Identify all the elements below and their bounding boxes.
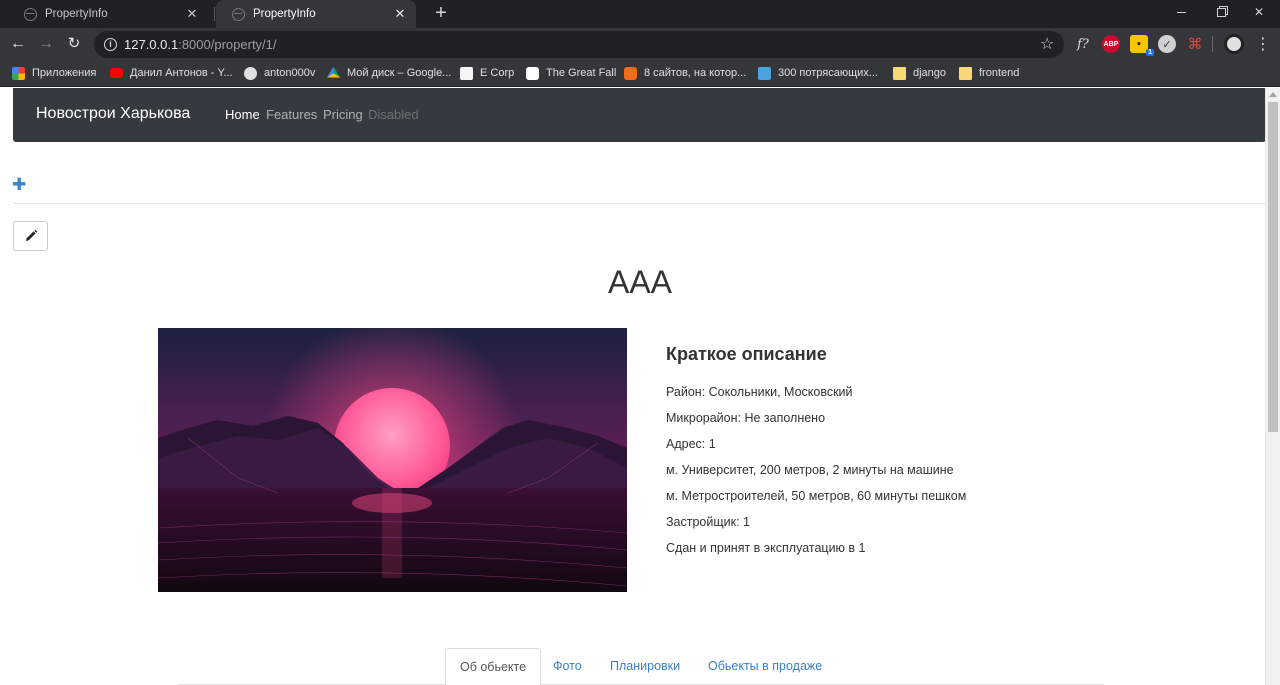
bookmark-google-drive[interactable]: Мой диск – Google...: [327, 64, 451, 82]
folder-icon: [959, 66, 972, 80]
page-viewport: Новострои Харькова Home Features Pricing…: [0, 88, 1280, 685]
detail-commissioned: Сдан и принят в эксплуатацию в 1: [666, 541, 866, 555]
tab-about[interactable]: Об обьекте: [445, 648, 542, 685]
tab-close-icon[interactable]: ✕: [184, 6, 200, 22]
nav-link-home[interactable]: Home: [225, 107, 260, 122]
nav-link-pricing[interactable]: Pricing: [323, 107, 363, 122]
site-brand[interactable]: Новострои Харькова: [36, 105, 190, 123]
tab-layouts[interactable]: Планировки: [596, 648, 694, 685]
tab-title: PropertyInfo: [45, 8, 108, 20]
youtube-icon: [110, 68, 123, 78]
site-icon: [526, 66, 539, 80]
scroll-thumb[interactable]: [1268, 102, 1278, 432]
tab-close-icon[interactable]: ✕: [392, 6, 408, 22]
nav-link-features[interactable]: Features: [266, 107, 317, 122]
page-scrollbar[interactable]: [1265, 88, 1280, 685]
edit-button[interactable]: [13, 221, 48, 251]
bookmark-github[interactable]: anton000v: [244, 64, 315, 82]
address-bar[interactable]: i 127.0.0.1:8000/property/1/ ☆: [94, 31, 1064, 58]
scroll-up-icon[interactable]: [1269, 92, 1277, 97]
tab-title: PropertyInfo: [253, 8, 316, 20]
forward-arrow-icon[interactable]: →: [36, 34, 56, 54]
property-tabs: Об обьекте Фото Планировки Обьекты в про…: [178, 648, 1104, 685]
tab-objects-for-sale[interactable]: Обьекты в продаже: [694, 648, 836, 685]
browser-tab-strip: PropertyInfo ✕ PropertyInfo ✕ + ✕: [0, 0, 1280, 28]
site-icon: [624, 66, 637, 80]
browser-toolbar: ← → ↻ i 127.0.0.1:8000/property/1/ ☆ f? …: [0, 28, 1280, 60]
divider: [13, 203, 1266, 204]
browser-tab-active[interactable]: PropertyInfo ✕: [216, 0, 416, 28]
detail-developer: Застройщик: 1: [666, 515, 750, 529]
tab-photo[interactable]: Фото: [539, 648, 596, 685]
detail-microdistrict: Микрорайон: Не заполнено: [666, 411, 826, 425]
extension-badge-icon[interactable]: ▪: [1130, 35, 1155, 56]
window-close-icon[interactable]: ✕: [1236, 0, 1280, 24]
new-tab-icon[interactable]: +: [431, 3, 451, 24]
detail-district: Район: Сокольники, Московский: [666, 385, 853, 399]
ecorp-icon: [460, 66, 473, 80]
folder-icon: [893, 66, 906, 80]
bookmark-300[interactable]: 300 потрясающих...: [758, 64, 878, 82]
checkmark-extension-icon[interactable]: ✓: [1158, 35, 1176, 53]
star-bookmark-icon[interactable]: ☆: [1040, 34, 1054, 54]
kebab-menu-icon[interactable]: ⋮: [1254, 35, 1272, 53]
add-plus-icon[interactable]: ✚: [12, 176, 26, 194]
adblock-plus-icon[interactable]: ABP: [1102, 35, 1120, 53]
globe-icon: [232, 7, 245, 21]
reload-icon[interactable]: ↻: [64, 34, 84, 54]
bookmarks-bar: Приложения Данил Антонов - Y... anton000…: [0, 60, 1280, 87]
google-drive-icon: [327, 66, 340, 78]
tab-separator: [214, 7, 215, 21]
property-photo: [158, 328, 627, 592]
browser-tab[interactable]: PropertyInfo ✕: [8, 0, 208, 28]
bookmark-great-fall[interactable]: The Great Fall: [526, 64, 616, 82]
site-navbar: Новострои Харькова Home Features Pricing…: [13, 88, 1266, 142]
nav-link-disabled: Disabled: [368, 107, 419, 122]
bookmark-frontend[interactable]: frontend: [959, 64, 1019, 82]
site-icon: [758, 66, 771, 80]
back-arrow-icon[interactable]: ←: [8, 34, 28, 54]
pencil-icon: [25, 229, 37, 241]
bookmark-apps[interactable]: Приложения: [12, 64, 96, 82]
detail-metro-2: м. Метростроителей, 50 метров, 60 минуты…: [666, 489, 967, 503]
bookmark-ecorp[interactable]: E Corp: [460, 64, 514, 82]
bookmark-django[interactable]: django: [893, 64, 946, 82]
formula-extension-icon[interactable]: f?: [1074, 35, 1092, 53]
profile-avatar-icon[interactable]: [1224, 34, 1244, 54]
bookmark-youtube[interactable]: Данил Антонов - Y...: [110, 64, 233, 82]
bookmark-8-sites[interactable]: 8 сайтов, на котор...: [624, 64, 746, 82]
info-icon[interactable]: i: [104, 38, 117, 51]
pdf-extension-icon[interactable]: ⌘: [1186, 35, 1204, 53]
toolbar-separator: [1212, 36, 1213, 52]
github-icon: [244, 66, 257, 80]
description-heading: Краткое описание: [666, 344, 827, 364]
property-title: AAA: [607, 264, 673, 300]
detail-metro-1: м. Университет, 200 метров, 2 минуты на …: [666, 463, 954, 477]
detail-address: Адрес: 1: [666, 437, 716, 451]
property-description: Краткое описание Район: Сокольники, Моск…: [666, 344, 966, 561]
apps-icon: [12, 66, 25, 80]
globe-icon: [24, 7, 37, 21]
url-text[interactable]: 127.0.0.1:8000/property/1/: [124, 37, 277, 52]
